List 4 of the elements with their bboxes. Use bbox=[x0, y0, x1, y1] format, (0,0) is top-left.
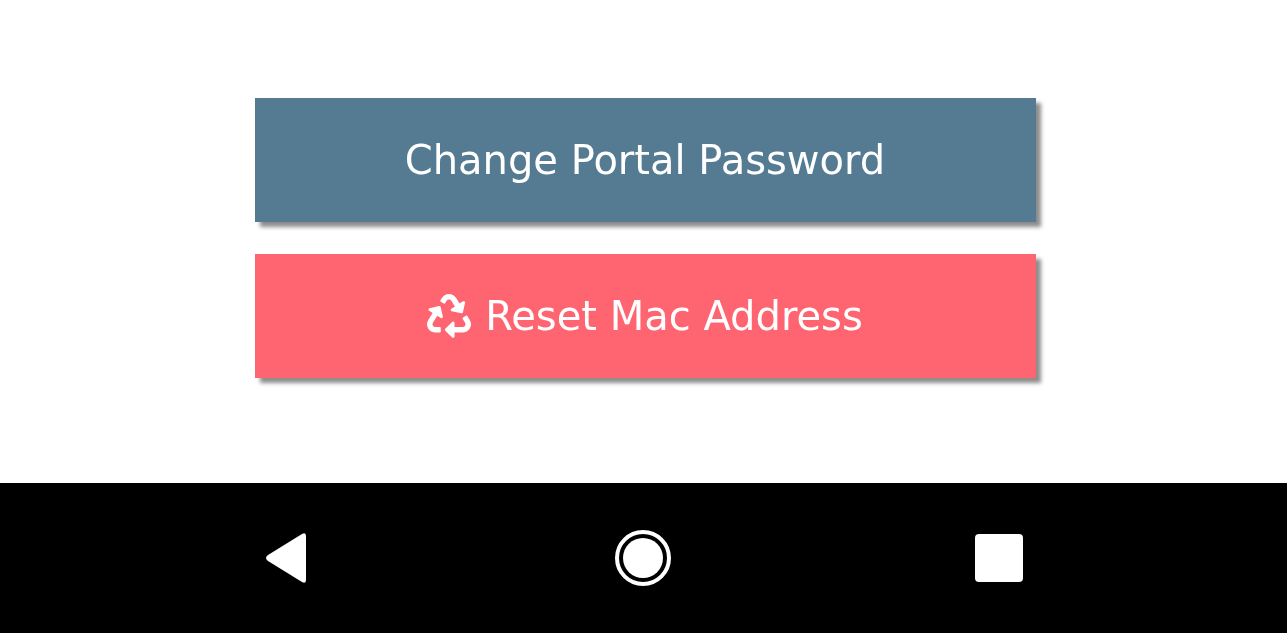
reset-button[interactable]: Reset Mac Address bbox=[254, 254, 1036, 378]
home-icon[interactable] bbox=[613, 529, 672, 587]
action-button[interactable]: Change Portal Password bbox=[254, 98, 1036, 222]
recycle-icon bbox=[427, 294, 472, 338]
